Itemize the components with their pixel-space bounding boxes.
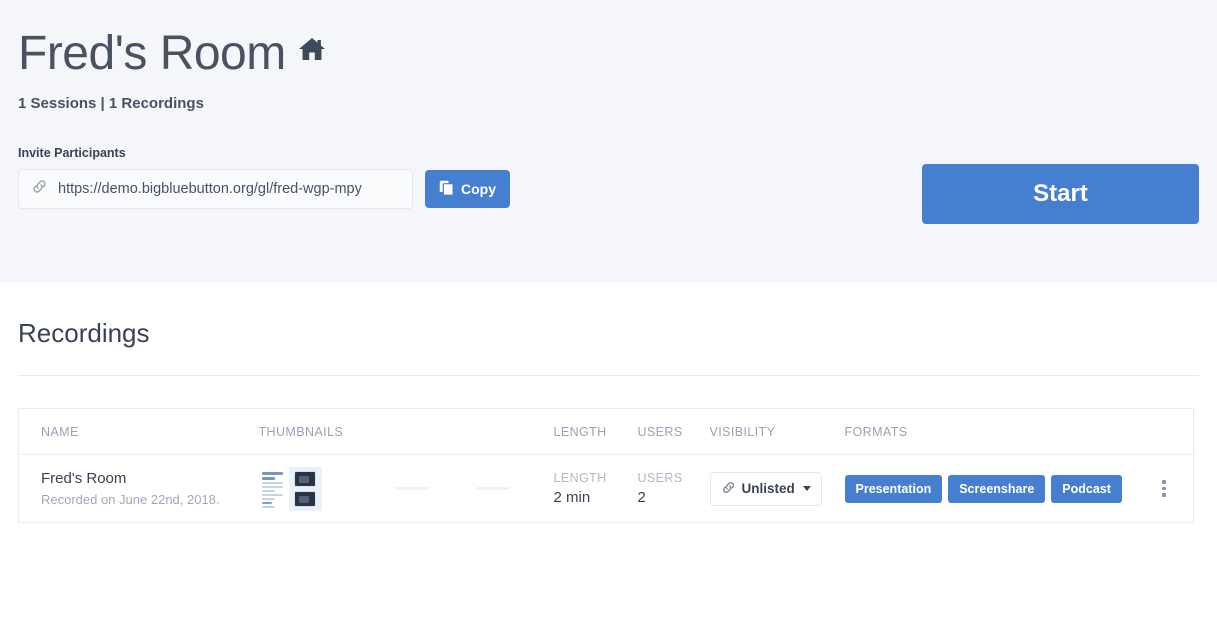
visibility-dropdown[interactable]: Unlisted <box>709 471 822 506</box>
recordings-table: NAME THUMBNAILS LENGTH USERS VISIBILITY … <box>18 408 1194 523</box>
home-icon <box>298 36 326 67</box>
recording-date: Recorded on June 22nd, 2018. <box>41 492 220 507</box>
column-header-visibility: VISIBILITY <box>709 408 845 455</box>
column-header-formats: FORMATS <box>844 408 1135 455</box>
format-buttons: Presentation Screenshare Podcast <box>844 474 1135 503</box>
room-subtitle: 1 Sessions | 1 Recordings <box>18 95 204 113</box>
recordings-section: Recordings NAME THUMBNAILS LENGTH USERS … <box>0 283 1217 523</box>
kebab-menu-icon[interactable] <box>1154 478 1174 500</box>
thumbnail-placeholder <box>475 487 510 490</box>
invite-url-value: https://demo.bigbluebutton.org/gl/fred-w… <box>58 181 362 198</box>
room-header-band: Fred's Room 1 Sessions | 1 Recordings In… <box>0 0 1217 283</box>
column-header-users: USERS <box>637 408 710 455</box>
page-title: Fred's Room <box>18 27 286 80</box>
column-header-name: NAME <box>18 408 259 455</box>
start-button[interactable]: Start <box>922 164 1199 224</box>
recording-users: 2 <box>637 489 646 506</box>
visibility-value: Unlisted <box>741 481 795 496</box>
recordings-table-head: NAME THUMBNAILS LENGTH USERS VISIBILITY … <box>18 408 1194 455</box>
recordings-heading: Recordings <box>18 318 150 348</box>
link-icon <box>31 178 48 200</box>
table-header-row: NAME THUMBNAILS LENGTH USERS VISIBILITY … <box>18 408 1194 455</box>
thumbnail-video[interactable] <box>288 466 322 511</box>
thumbnail-slide[interactable] <box>258 468 286 509</box>
column-header-actions <box>1134 408 1194 455</box>
section-divider <box>18 375 1199 376</box>
recording-length: 2 min <box>553 489 591 506</box>
table-row[interactable]: Fred's Room Recorded on June 22nd, 2018. <box>19 455 1194 523</box>
copy-button-label: Copy <box>461 181 496 198</box>
column-header-length: LENGTH <box>553 408 638 455</box>
recording-name: Fred's Room <box>41 470 127 487</box>
cell-name: Fred's Room Recorded on June 22nd, 2018. <box>19 455 259 523</box>
users-mini-label: USERS <box>637 471 683 485</box>
copy-button[interactable]: Copy <box>425 170 510 209</box>
room-title-row: Fred's Room <box>18 0 1199 81</box>
length-mini-label: LENGTH <box>553 471 607 485</box>
cell-visibility: Unlisted <box>709 455 845 523</box>
column-header-thumbnails: THUMBNAILS <box>258 408 554 455</box>
cell-formats: Presentation Screenshare Podcast <box>844 455 1135 523</box>
thumbnail-placeholder <box>394 487 429 490</box>
format-button-screenshare[interactable]: Screenshare <box>948 474 1046 503</box>
cell-thumbnails <box>258 455 554 523</box>
copy-icon <box>439 180 454 199</box>
cell-users: USERS 2 <box>638 455 710 523</box>
format-button-presentation[interactable]: Presentation <box>844 474 943 503</box>
invite-url-field[interactable]: https://demo.bigbluebutton.org/gl/fred-w… <box>18 169 413 210</box>
recordings-table-body: Fred's Room Recorded on June 22nd, 2018. <box>19 455 1194 523</box>
cell-actions <box>1135 455 1194 523</box>
cell-length: LENGTH 2 min <box>554 455 638 523</box>
thumbnail-strip[interactable] <box>258 466 554 511</box>
chevron-down-icon <box>802 486 811 491</box>
link-icon <box>721 480 736 498</box>
format-button-podcast[interactable]: Podcast <box>1051 474 1122 503</box>
invite-participants-label: Invite Participants <box>18 146 126 161</box>
